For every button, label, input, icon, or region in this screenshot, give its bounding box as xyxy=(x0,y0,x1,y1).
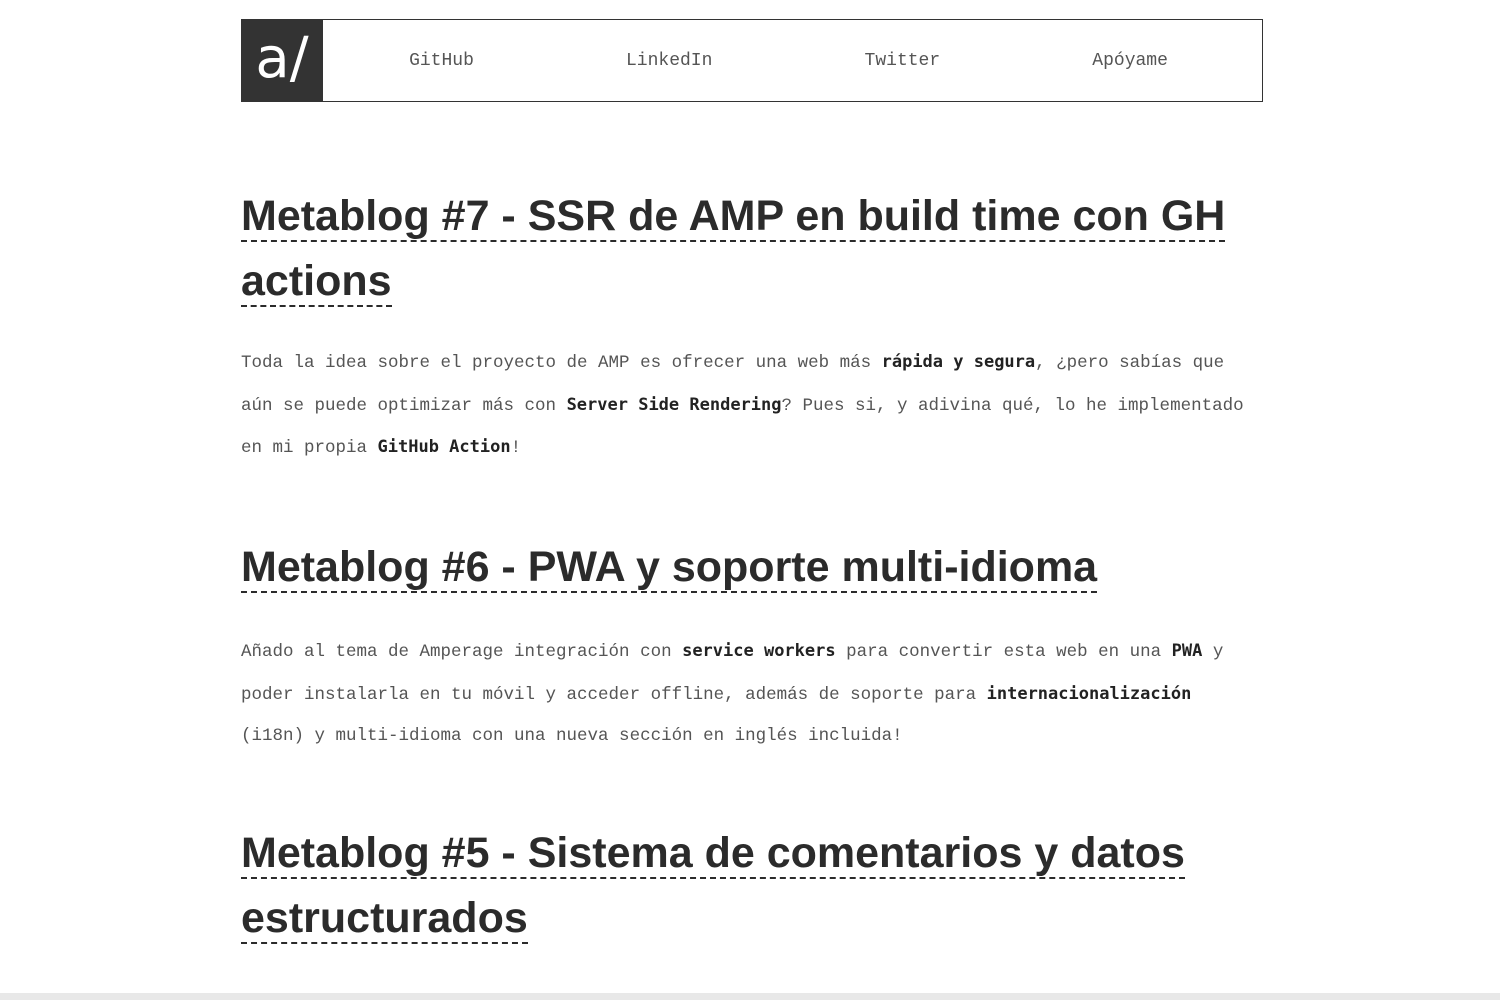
nav-link-twitter[interactable]: Twitter xyxy=(865,51,941,71)
post-summary: Toda la idea sobre el proyecto de AMP es… xyxy=(241,352,1244,458)
post-title-link[interactable]: Metablog #7 - SSR de AMP en build time c… xyxy=(241,192,1226,307)
post-title-link[interactable]: Metablog #5 - Sistema de comentarios y d… xyxy=(241,829,1185,944)
post-title: Metablog #7 - SSR de AMP en build time c… xyxy=(241,184,1263,314)
post-item: Metablog #5 - Sistema de comentarios y d… xyxy=(241,821,1263,951)
nav-link-linkedin[interactable]: LinkedIn xyxy=(626,51,712,71)
nav-link-github[interactable]: GitHub xyxy=(409,51,474,71)
site-header: a/ GitHub LinkedIn Twitter Apóyame xyxy=(241,19,1263,102)
summary-highlight: internacionalización xyxy=(986,683,1192,704)
summary-highlight: Server Side Rendering xyxy=(566,394,782,415)
summary-highlight: GitHub Action xyxy=(377,437,511,457)
summary-highlight: rápida y segura xyxy=(881,352,1036,372)
main-nav: GitHub LinkedIn Twitter Apóyame xyxy=(323,20,1262,101)
post-item: Metablog #7 - SSR de AMP en build time c… xyxy=(241,184,1263,470)
post-summary: Añado al tema de Amperage integración co… xyxy=(241,641,1224,746)
post-title: Metablog #5 - Sistema de comentarios y d… xyxy=(241,821,1263,951)
nav-link-support[interactable]: Apóyame xyxy=(1092,51,1168,71)
horizontal-scrollbar[interactable] xyxy=(0,993,1500,1000)
post-title-link[interactable]: Metablog #6 - PWA y soporte multi-idioma xyxy=(241,543,1098,593)
summary-highlight: PWA xyxy=(1171,641,1203,661)
site-logo[interactable]: a/ xyxy=(241,19,323,102)
post-title: Metablog #6 - PWA y soporte multi-idioma xyxy=(241,535,1263,600)
summary-highlight: service workers xyxy=(682,641,836,661)
post-item: Metablog #6 - PWA y soporte multi-idioma… xyxy=(241,535,1263,758)
